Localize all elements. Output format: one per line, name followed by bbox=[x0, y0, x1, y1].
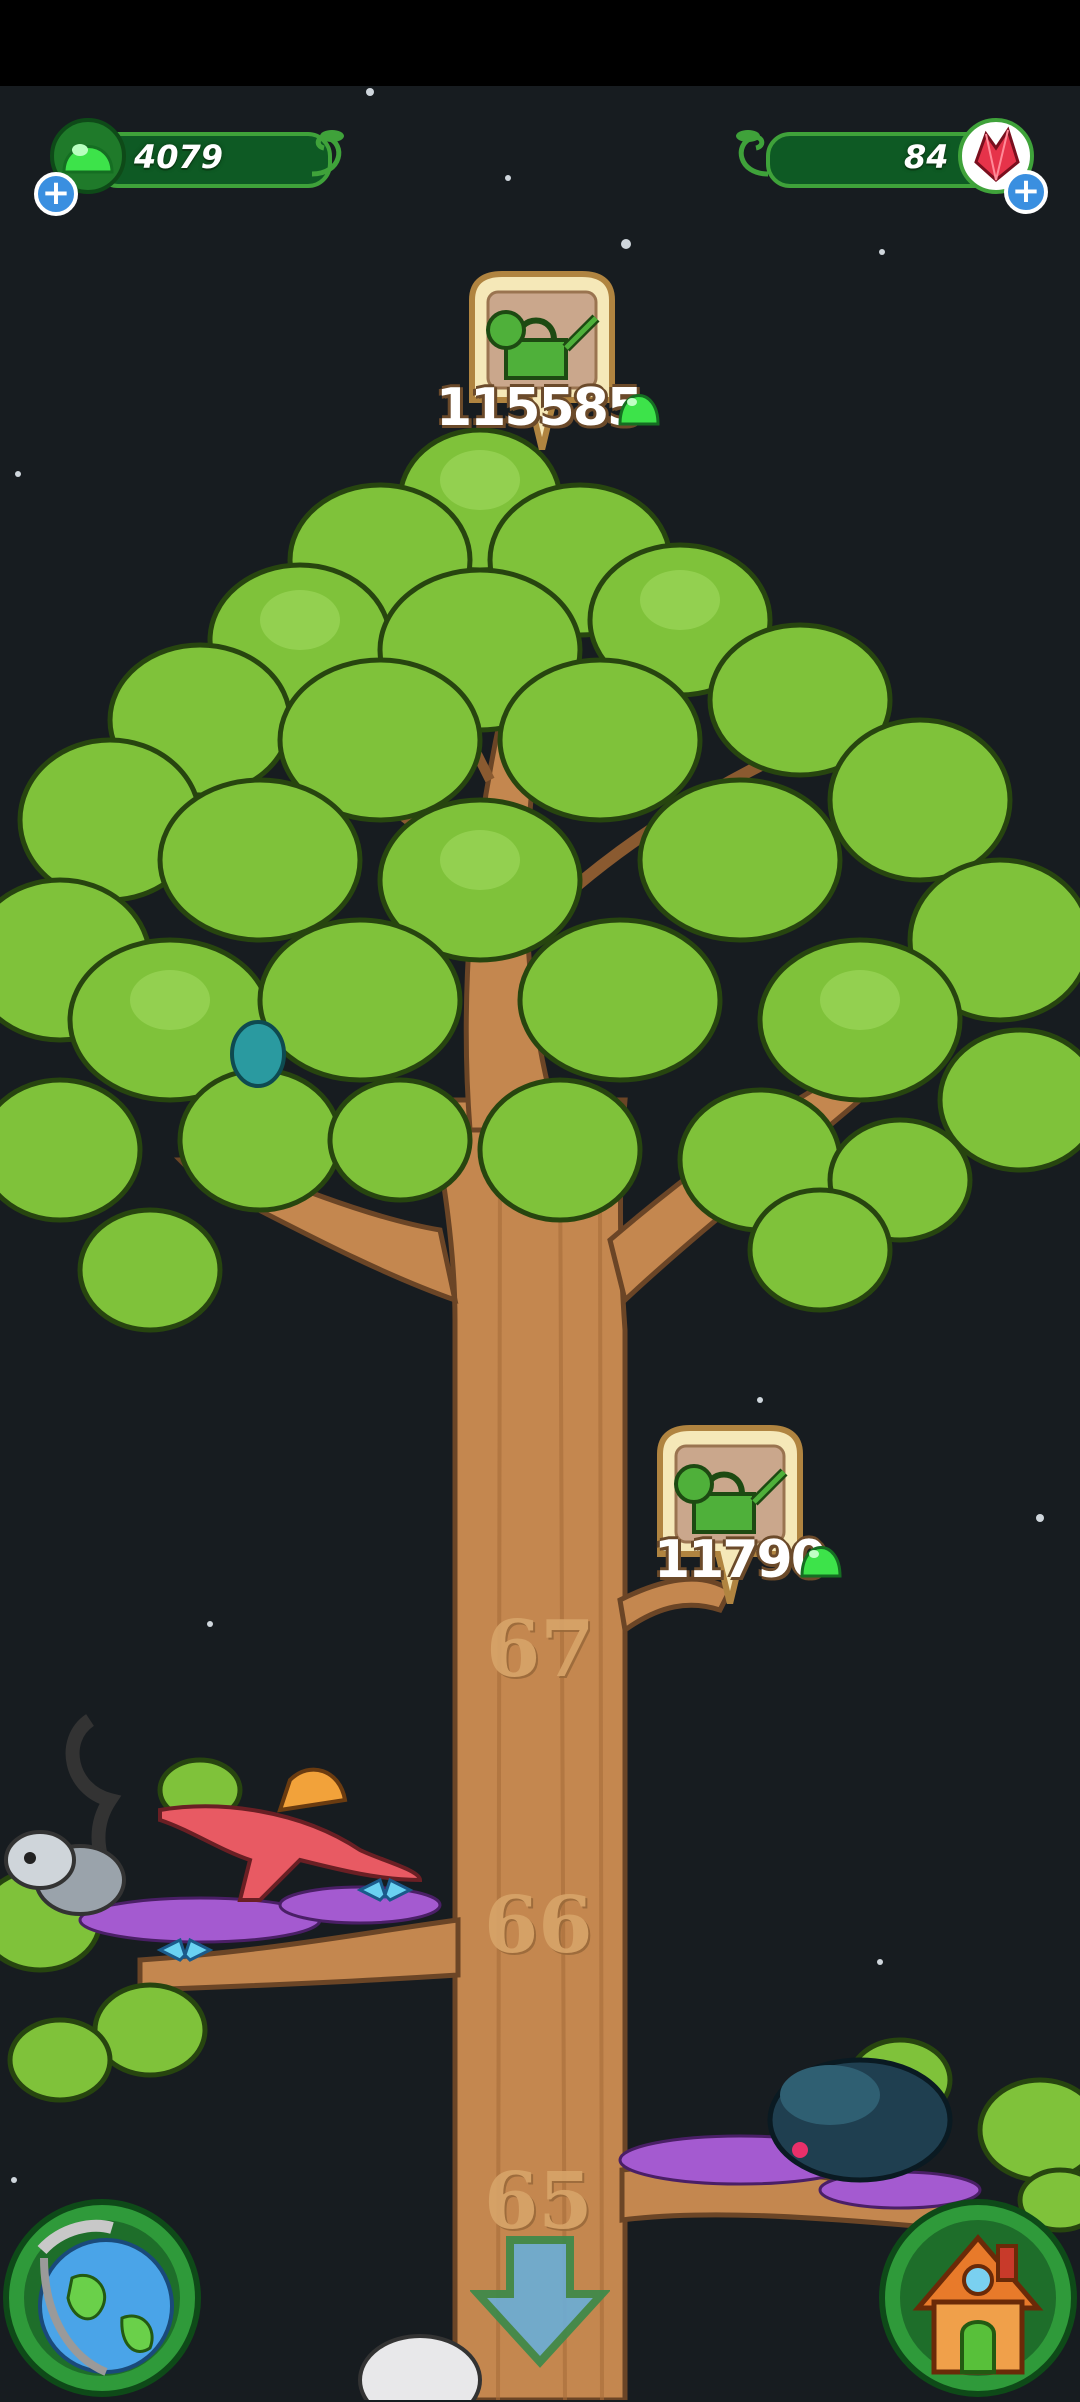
house-icon bbox=[879, 2199, 1077, 2397]
upgrade-badge-top[interactable]: 115585 bbox=[436, 270, 666, 460]
lemur-creature[interactable] bbox=[4, 1714, 126, 1916]
add-gems-button[interactable]: + bbox=[34, 172, 78, 216]
level-number-66: 66 bbox=[484, 1880, 593, 1971]
gems-value: 4079 bbox=[134, 138, 224, 176]
beetle-creature[interactable] bbox=[767, 2057, 953, 2183]
crystals-value: 84 bbox=[904, 138, 949, 176]
globe-icon bbox=[3, 2199, 201, 2397]
down-arrow-icon bbox=[468, 2236, 612, 2368]
plus-icon: + bbox=[41, 173, 71, 213]
green-gumdrop-icon bbox=[618, 394, 660, 426]
upgrade-price-top: 115585 bbox=[436, 378, 643, 438]
green-gumdrop-icon bbox=[800, 1546, 842, 1578]
vine-curl-icon bbox=[311, 130, 344, 177]
level-number-67: 67 bbox=[486, 1604, 595, 1695]
crystals-counter: 84 + bbox=[728, 118, 1058, 214]
gems-counter: 4079 + bbox=[34, 118, 354, 216]
plus-icon: + bbox=[1011, 171, 1041, 211]
scroll-down-button[interactable] bbox=[468, 2230, 612, 2370]
tree-foliage bbox=[0, 427, 1080, 1333]
world-map-button[interactable] bbox=[2, 2198, 202, 2398]
home-button[interactable] bbox=[878, 2198, 1078, 2398]
add-crystals-button[interactable]: + bbox=[1004, 170, 1048, 214]
egg-icon[interactable] bbox=[230, 1020, 286, 1088]
upgrade-badge-branch-67[interactable]: 11790 bbox=[650, 1424, 860, 1614]
